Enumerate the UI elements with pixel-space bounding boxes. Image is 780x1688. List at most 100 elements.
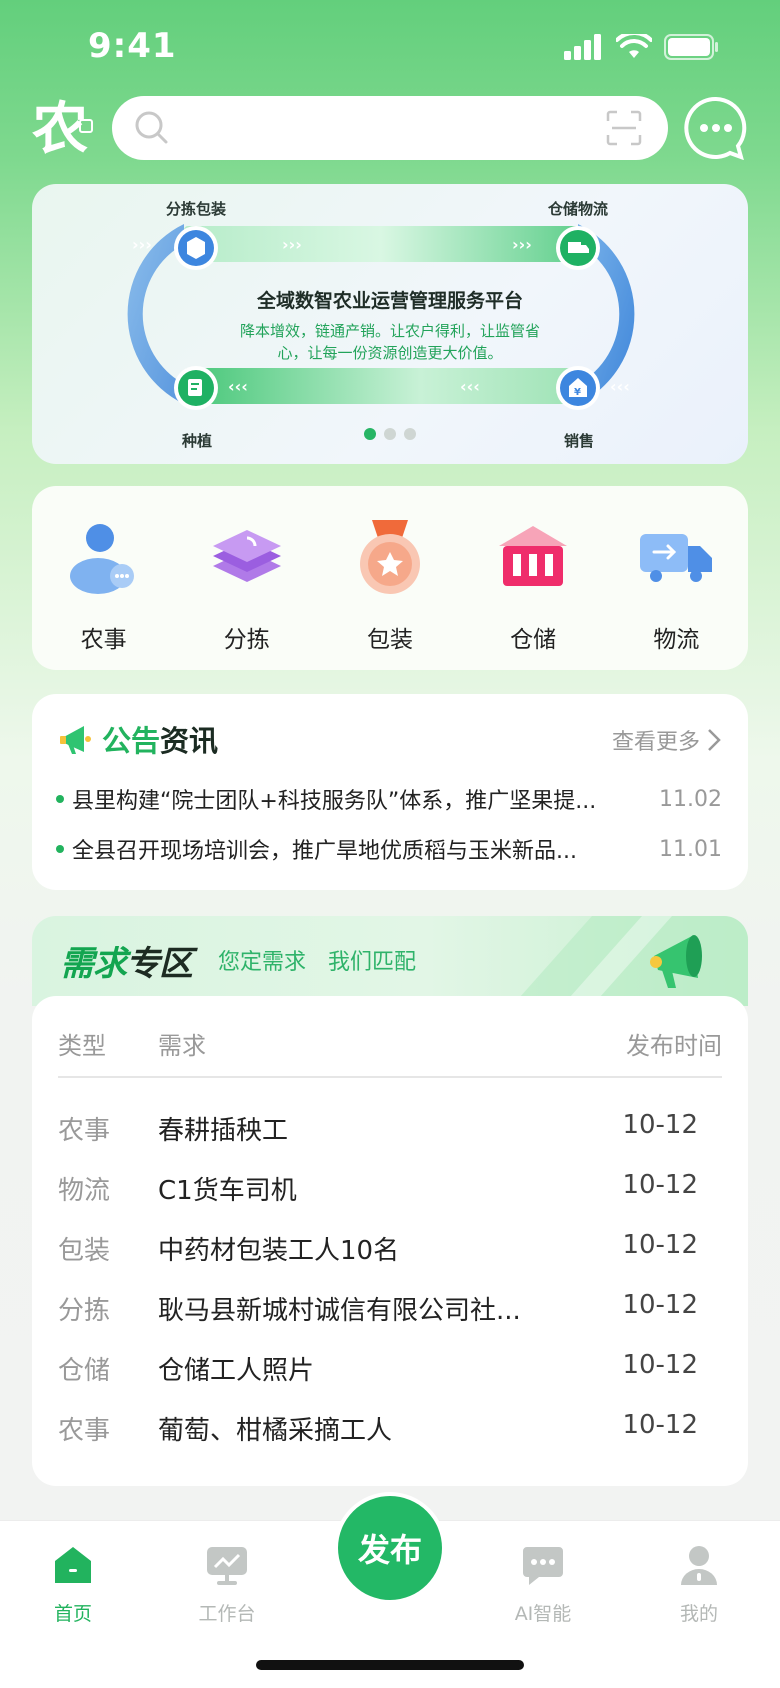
row-need: C1货车司机 [158,1176,297,1206]
carousel-dot[interactable] [404,428,416,440]
publish-button[interactable]: 发布 [334,1492,446,1604]
message-button[interactable] [684,96,748,161]
announcement-text: 全县召开现场培训会，推广旱地优质稻与玉米新品... [72,839,577,864]
table-row[interactable]: 仓储 仓储工人照片 10-12 [58,1350,722,1390]
banner-title: 全域数智农业运营管理服务平台 [256,290,523,312]
logistics-node-icon [556,226,600,270]
carousel-dot[interactable] [384,428,396,440]
row-time: 10-12 [622,1230,698,1260]
category-label: 仓储 [510,627,557,653]
truck-icon [640,534,713,582]
row-type: 农事 [58,1116,111,1146]
table-row[interactable]: 包装 中药材包装工人10名 10-12 [58,1230,722,1270]
announcement-title-b: 资讯 [160,724,219,758]
row-type: 农事 [58,1416,111,1446]
status-bar: 9:41 [0,0,780,96]
tab-home[interactable]: 首页 [18,1543,128,1626]
row-type: 仓储 [58,1356,111,1386]
row-time: 10-12 [622,1410,698,1440]
chevron-right-icon [708,729,721,751]
view-more-link[interactable]: 查看更多 [612,724,722,756]
category-storage[interactable]: 仓储 [478,518,588,654]
banner-node-label: 销售 [564,432,595,450]
svg-text:‹‹‹: ‹‹‹ [228,377,248,396]
demand-zone-header: 需求专区 您定需求 我们匹配 [32,916,748,1006]
home-indicator [256,1660,524,1670]
row-need: 中药材包装工人10名 [158,1236,400,1266]
category-logistics[interactable]: 物流 [621,518,731,654]
carousel-dot-active[interactable] [364,428,376,440]
row-time: 10-12 [622,1350,698,1380]
table-header: 类型 需求 发布时间 [58,1026,722,1078]
svg-text:›››: ››› [512,235,532,254]
demand-slogan: 您定需求 我们匹配 [218,950,417,975]
row-need: 葡萄、柑橘采摘工人 [158,1416,393,1446]
category-sorting[interactable]: 分拣 [192,518,302,654]
tab-label: 首页 [53,1603,92,1625]
medal-icon [359,520,420,594]
category-farming[interactable]: 农事 [49,518,159,654]
row-need: 耿马县新城村诚信有限公司社... [158,1296,521,1326]
row-need: 仓储工人照片 [158,1356,315,1386]
announcement-item[interactable]: 县里构建“院士团队+科技服务队”体系，推广坚果提... 11.02 [56,782,722,816]
tab-profile[interactable]: 我的 [644,1543,754,1626]
megaphone-icon [650,935,702,988]
publish-label: 发布 [357,1531,422,1569]
demand-title-b: 专区 [126,944,193,984]
table-row[interactable]: 分拣 耿马县新城村诚信有限公司社... 10-12 [58,1290,722,1330]
announcement-title-a: 公告 [102,724,161,758]
tab-label: 工作台 [198,1603,256,1625]
cellular-signal-icon [564,34,601,60]
banner-subtitle: 降本增效，链通产销。让农户得利，让监管省心，让每一份资源创造更大价值。 [239,322,540,362]
svg-text:‹‹‹: ‹‹‹ [610,377,630,396]
wifi-icon [616,34,652,58]
svg-text:¥: ¥ [574,387,581,398]
search-icon [135,111,168,144]
tab-ai[interactable]: AI智能 [488,1543,598,1626]
bullet-dot [56,795,64,803]
demand-title-a: 需求 [60,944,127,984]
banner-node-label: 种植 [182,432,213,450]
tab-workbench[interactable]: 工作台 [172,1543,282,1626]
chat-bubble-icon [684,96,747,161]
category-packaging[interactable]: 包装 [335,518,445,654]
sales-node-icon: ¥ [556,366,600,410]
table-row[interactable]: 物流 C1货车司机 10-12 [58,1170,722,1210]
scan-icon[interactable] [606,110,642,146]
ai-chat-icon [523,1547,563,1585]
row-time: 10-12 [622,1110,698,1140]
promo-banner[interactable]: ››› ››› ››› ‹‹‹ ‹‹‹ ‹‹‹ ¥ 分拣包装 仓储物流 种植 销… [32,184,748,464]
view-more-label: 查看更多 [611,730,700,755]
announcement-date: 11.02 [659,786,722,812]
demand-zone-title: 需求专区 [60,936,193,985]
row-type: 物流 [58,1176,111,1206]
row-type: 分拣 [58,1296,111,1326]
category-grid: 农事 分拣 包装 仓储 物流 [32,486,748,670]
user-icon [681,1546,717,1585]
header-need: 需求 [158,1032,206,1060]
megaphone-icon [60,726,91,754]
announcement-item[interactable]: 全县召开现场培训会，推广旱地优质稻与玉米新品... 11.01 [56,832,722,866]
publish-button-circle[interactable]: 发布 [338,1496,442,1600]
status-icons [564,34,720,60]
bullet-dot [56,845,64,853]
svg-text:‹‹‹: ‹‹‹ [460,377,480,396]
home-icon [55,1547,91,1583]
category-label: 包装 [366,627,413,653]
dashboard-icon [207,1547,247,1585]
announcement-card: 公告 资讯 查看更多 县里构建“院士团队+科技服务队”体系，推广坚果提... 1… [32,694,748,890]
carousel-indicator [364,428,416,440]
row-time: 10-12 [622,1170,698,1200]
search-bar[interactable] [112,96,668,160]
status-time: 9:41 [88,26,177,66]
table-row[interactable]: 农事 春耕插秧工 10-12 [58,1110,722,1150]
svg-text:›››: ››› [132,235,152,254]
search-input[interactable] [182,108,562,148]
demand-table: 类型 需求 发布时间 农事 春耕插秧工 10-12 物流 C1货车司机 10-1… [32,996,748,1486]
packaging-node-icon [174,226,218,270]
app-logo-icon: 农 [32,97,93,162]
header-time: 发布时间 [626,1032,722,1060]
app-logo: 农 [30,94,96,162]
header-type: 类型 [58,1032,106,1060]
table-row[interactable]: 农事 葡萄、柑橘采摘工人 10-12 [58,1410,722,1450]
